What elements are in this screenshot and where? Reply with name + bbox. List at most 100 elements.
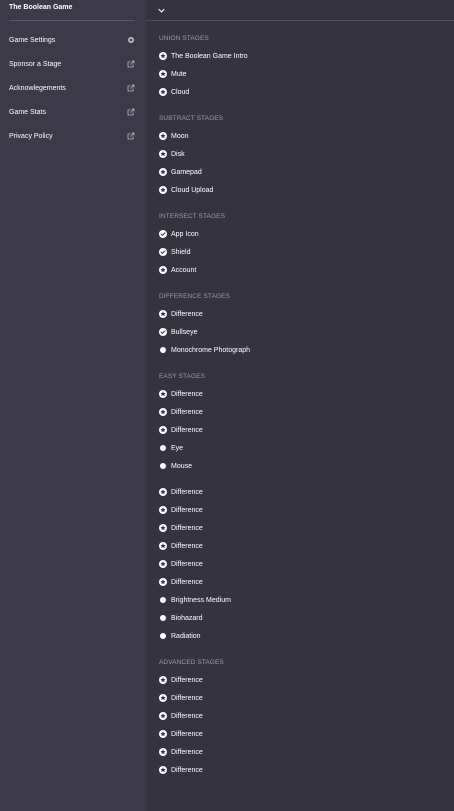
star-icon bbox=[159, 88, 167, 96]
section-header: DIFFERENCE STAGES bbox=[159, 293, 230, 300]
stage-label: Difference bbox=[171, 506, 203, 514]
dot-shape bbox=[160, 597, 166, 603]
star-icon bbox=[159, 310, 167, 318]
stage-label: Difference bbox=[171, 408, 203, 416]
stage-item[interactable]: Shield bbox=[159, 246, 190, 258]
section-header: INTERSECT STAGES bbox=[159, 213, 226, 220]
stage-label: Shield bbox=[171, 248, 191, 256]
stage-label: Difference bbox=[171, 766, 203, 774]
stage-label: Difference bbox=[171, 426, 203, 434]
star-icon bbox=[159, 132, 167, 140]
sidebar: The Boolean Game Game Settings Sponsor a… bbox=[0, 0, 146, 811]
dot-icon bbox=[159, 444, 167, 452]
stage-item[interactable]: Bullseye bbox=[159, 326, 197, 338]
stage-label: Account bbox=[171, 266, 197, 274]
stage-item[interactable]: Biohazard bbox=[159, 612, 203, 624]
sidebar-item-label: Game Stats bbox=[9, 108, 46, 116]
stage-item[interactable]: Radiation bbox=[159, 630, 201, 642]
stage-item[interactable]: Mouse bbox=[159, 460, 192, 472]
stage-label: Difference bbox=[171, 730, 203, 738]
stage-item[interactable]: Cloud Upload bbox=[159, 184, 213, 196]
star-icon bbox=[159, 542, 167, 550]
stage-label: Monochrome Photograph bbox=[171, 346, 250, 354]
sidebar-item-label: Game Settings bbox=[9, 36, 56, 44]
stage-item[interactable]: Difference bbox=[159, 388, 203, 400]
stage-item[interactable]: Difference bbox=[159, 746, 203, 758]
star-icon bbox=[159, 748, 167, 756]
stage-item[interactable]: Disk bbox=[159, 148, 185, 160]
stage-item[interactable]: Difference bbox=[159, 764, 203, 776]
dot-shape bbox=[160, 615, 166, 621]
stage-item[interactable]: Moon bbox=[159, 130, 189, 142]
stage-label: Difference bbox=[171, 712, 203, 720]
stage-label: Difference bbox=[171, 748, 203, 756]
dot-shape bbox=[160, 445, 166, 451]
stage-label: Difference bbox=[171, 676, 203, 684]
stage-item[interactable]: Difference bbox=[159, 522, 203, 534]
sidebar-item-game-stats[interactable]: Game Stats bbox=[9, 105, 135, 119]
stage-label: Difference bbox=[171, 488, 203, 496]
section-header: ADVANCED STAGES bbox=[159, 659, 224, 666]
stage-item[interactable]: Account bbox=[159, 264, 196, 276]
check-icon bbox=[159, 328, 167, 336]
stage-label: Difference bbox=[171, 560, 203, 568]
dot-icon bbox=[159, 346, 167, 354]
stage-item[interactable]: Difference bbox=[159, 576, 203, 588]
stage-item[interactable]: Difference bbox=[159, 558, 203, 570]
dot-shape bbox=[160, 633, 166, 639]
sidebar-item-acknowlegements[interactable]: Acknowlegements bbox=[9, 81, 135, 95]
check-icon bbox=[159, 248, 167, 256]
stage-item[interactable]: Mute bbox=[159, 68, 187, 80]
stage-label: Difference bbox=[171, 390, 203, 398]
stage-label: Eye bbox=[171, 444, 184, 452]
dot-icon bbox=[159, 462, 167, 470]
stage-item[interactable]: Gamepad bbox=[159, 166, 202, 178]
stage-item[interactable]: Brightness Medium bbox=[159, 594, 231, 606]
stage-item[interactable]: Difference bbox=[159, 728, 203, 740]
star-icon bbox=[159, 766, 167, 774]
stage-item[interactable]: Difference bbox=[159, 308, 203, 320]
sidebar-item-sponsor-a-stage[interactable]: Sponsor a Stage bbox=[9, 57, 135, 71]
stage-item[interactable]: Difference bbox=[159, 692, 203, 704]
sidebar-item-game-settings[interactable]: Game Settings bbox=[9, 33, 135, 47]
star-icon bbox=[159, 408, 167, 416]
dropdown-toggle[interactable] bbox=[155, 3, 167, 15]
star-icon bbox=[159, 70, 167, 78]
stage-item[interactable]: App Icon bbox=[159, 228, 199, 240]
sidebar-item-privacy-policy[interactable]: Privacy Policy bbox=[9, 129, 135, 143]
star-icon bbox=[159, 168, 167, 176]
star-icon bbox=[159, 426, 167, 434]
stage-label: Cloud bbox=[171, 88, 190, 96]
stage-item[interactable]: Difference bbox=[159, 504, 203, 516]
gear-icon bbox=[126, 36, 135, 45]
stage-item[interactable]: Difference bbox=[159, 710, 203, 722]
star-icon bbox=[159, 186, 167, 194]
stage-item[interactable]: Monochrome Photograph bbox=[159, 344, 250, 356]
stage-label: Difference bbox=[171, 310, 203, 318]
stage-label: Mouse bbox=[171, 462, 193, 470]
dot-shape bbox=[160, 347, 166, 353]
stage-item[interactable]: Difference bbox=[159, 424, 203, 436]
dot-shape bbox=[160, 463, 166, 469]
stage-item[interactable]: Eye bbox=[159, 442, 183, 454]
external-link-icon bbox=[126, 108, 135, 117]
stage-item[interactable]: The Boolean Game Intro bbox=[159, 50, 248, 62]
stage-item[interactable]: Difference bbox=[159, 540, 203, 552]
stage-label: Difference bbox=[171, 542, 203, 550]
stage-label: Difference bbox=[171, 524, 203, 532]
star-icon bbox=[159, 52, 167, 60]
check-icon bbox=[159, 230, 167, 238]
stage-label: Cloud Upload bbox=[171, 186, 214, 194]
stage-label: App Icon bbox=[171, 230, 199, 238]
stage-label: Biohazard bbox=[171, 614, 203, 622]
stage-item[interactable]: Cloud bbox=[159, 86, 189, 98]
dot-icon bbox=[159, 614, 167, 622]
stage-item[interactable]: Difference bbox=[159, 486, 203, 498]
sidebar-item-label: Sponsor a Stage bbox=[9, 60, 62, 68]
external-link-icon bbox=[126, 60, 135, 69]
stage-item[interactable]: Difference bbox=[159, 674, 203, 686]
stage-label: Bullseye bbox=[171, 328, 198, 336]
external-link-icon bbox=[126, 84, 135, 93]
stage-item[interactable]: Difference bbox=[159, 406, 203, 418]
dot-icon bbox=[159, 596, 167, 604]
